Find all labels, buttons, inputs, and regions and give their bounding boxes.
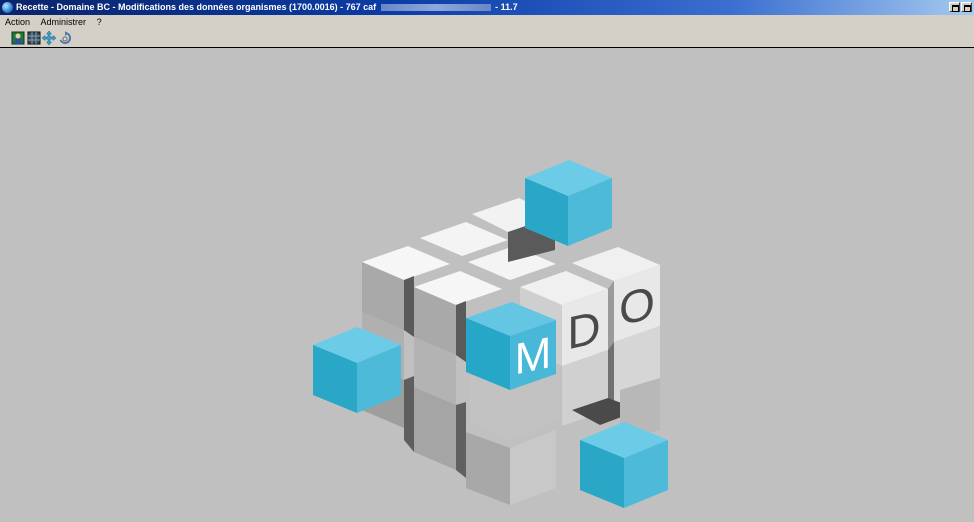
toolbar [0,29,974,48]
refresh-icon[interactable] [58,31,72,45]
maximize-icon [964,5,971,12]
window-title-suffix: - 11.7 [495,2,518,12]
restore-icon [952,5,959,12]
menu-bar: Action Administrer ? [0,15,974,29]
window-title-prefix: Recette - Domaine BC - Modifications des… [16,2,377,12]
maximize-button[interactable] [961,2,972,12]
title-bar: Recette - Domaine BC - Modifications des… [0,0,974,15]
app-globe-icon [2,2,13,13]
client-area: D O M [0,48,974,517]
window-title: Recette - Domaine BC - Modifications des… [16,0,518,15]
menu-action[interactable]: Action [5,17,30,27]
redacted-text [380,4,491,12]
letter-d: D [567,301,600,359]
restore-button[interactable] [949,2,960,12]
grid-icon[interactable] [27,31,41,45]
menu-help[interactable]: ? [97,17,102,27]
letter-o: O [619,276,655,335]
menu-administrer[interactable]: Administrer [41,17,87,27]
user-icon[interactable] [11,31,25,45]
letter-m: M [515,328,552,384]
window-controls [949,2,972,12]
move-arrows-icon[interactable] [42,31,56,45]
mdo-logo: D O M [313,160,668,508]
